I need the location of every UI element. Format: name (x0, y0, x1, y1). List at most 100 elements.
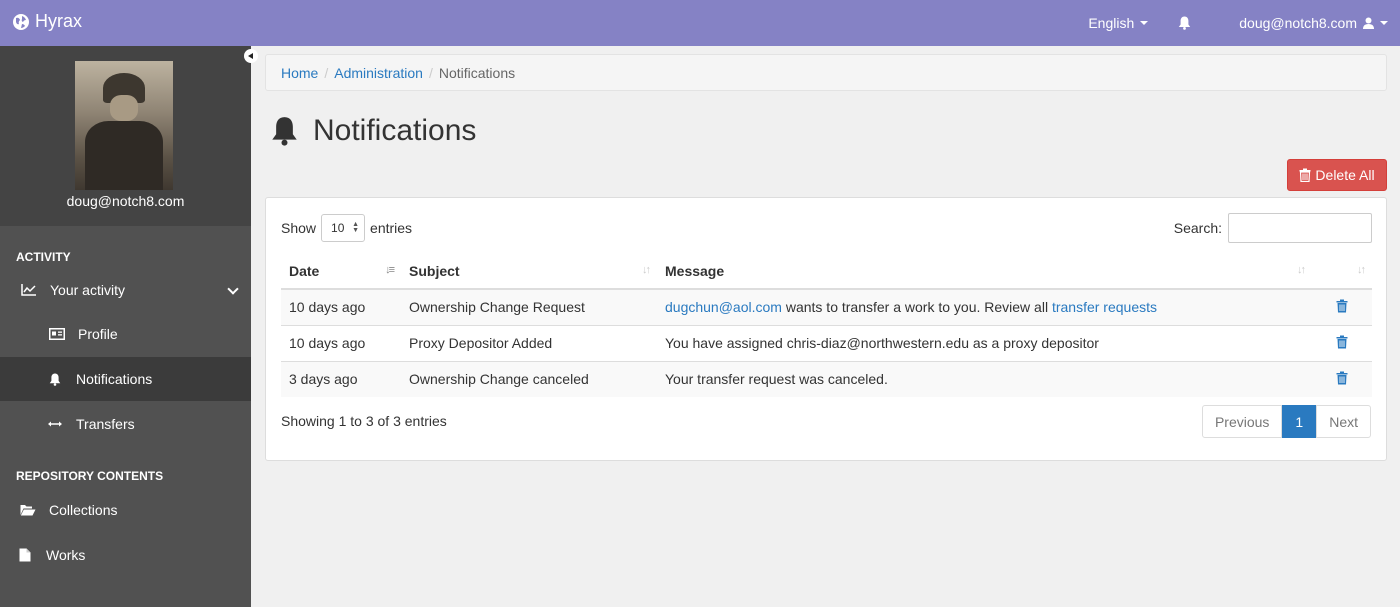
table-header-row: Date ↓≡ Subject ↓↑ Message ↓↑ ↓↑ (281, 253, 1372, 290)
sidebar-section-activity: ACTIVITY (16, 250, 71, 264)
sidebar-item-label: Works (46, 547, 86, 563)
sort-desc-icon: ↓≡ (385, 264, 395, 276)
notifications-bell-button[interactable] (1178, 16, 1191, 30)
breadcrumb-home-link[interactable]: Home (281, 65, 318, 81)
column-header-date[interactable]: Date ↓≡ (281, 253, 401, 290)
cell-date: 3 days ago (281, 360, 401, 397)
cell-subject: Proxy Depositor Added (401, 324, 657, 361)
pagination-previous[interactable]: Previous (1201, 405, 1283, 438)
top-navbar: Hyrax English doug@notch8.com (0, 0, 1400, 46)
file-icon (16, 548, 34, 562)
folder-open-icon (19, 504, 37, 516)
sidebar-item-notifications[interactable]: Notifications (0, 357, 251, 401)
notifications-table: Date ↓≡ Subject ↓↑ Message ↓↑ ↓↑ 10 days… (281, 253, 1372, 397)
breadcrumb-administration-link[interactable]: Administration (334, 65, 423, 81)
sidebar-item-your-activity[interactable]: Your activity (0, 268, 251, 312)
search-control: Search: (1174, 213, 1372, 243)
user-email: doug@notch8.com (1239, 15, 1357, 31)
cell-message: You have assigned chris-diaz@northwester… (657, 324, 1312, 361)
brand-link[interactable]: Hyrax (12, 11, 82, 32)
language-dropdown[interactable]: English (1088, 15, 1149, 31)
cell-message: dugchun@aol.com wants to transfer a work… (657, 288, 1312, 325)
cell-date: 10 days ago (281, 288, 401, 325)
delete-all-button[interactable]: Delete All (1287, 159, 1387, 191)
breadcrumb-separator: / (428, 64, 433, 81)
cell-date: 10 days ago (281, 324, 401, 361)
column-header-label: Subject (409, 262, 460, 279)
globe-icon (13, 13, 29, 30)
table-row: 10 days ago Ownership Change Request dug… (281, 288, 1372, 325)
cell-message: Your transfer request was canceled. (657, 360, 1312, 397)
transfer-requests-link[interactable]: transfer requests (1052, 299, 1157, 315)
pagination-next[interactable]: Next (1316, 405, 1371, 438)
trash-icon[interactable] (1336, 299, 1348, 313)
sidebar-item-label: Profile (78, 326, 118, 342)
pagination: Previous 1 Next (1201, 405, 1371, 438)
caret-down-icon (1380, 21, 1388, 25)
page-title: Notifications (270, 114, 476, 148)
page-title-text: Notifications (313, 114, 477, 147)
trash-icon[interactable] (1336, 371, 1348, 385)
entries-select[interactable]: 10 ▲ ▼ (321, 214, 366, 242)
sidebar-item-works[interactable]: Works (0, 533, 251, 577)
delete-all-label: Delete All (1315, 167, 1375, 183)
bell-icon (46, 373, 64, 386)
column-header-label: Date (289, 262, 320, 279)
sort-both-icon: ↓↑ (642, 264, 651, 276)
select-arrows-icon: ▲ ▼ (352, 221, 360, 234)
sidebar-item-profile[interactable]: Profile (0, 312, 251, 356)
brand-name: Hyrax (35, 11, 83, 31)
sidebar-item-collections[interactable]: Collections (0, 488, 251, 532)
user-menu-dropdown[interactable]: doug@notch8.com (1239, 15, 1388, 31)
entries-control: Show 10 ▲ ▼ entries (281, 214, 412, 242)
column-header-subject[interactable]: Subject ↓↑ (401, 253, 657, 290)
table-row: 3 days ago Ownership Change canceled You… (281, 360, 1372, 397)
notifications-panel: Show 10 ▲ ▼ entries Search: Date ↓≡ Subje… (265, 197, 1387, 461)
sender-email-link[interactable]: dugchun@aol.com (665, 299, 782, 315)
cell-subject: Ownership Change Request (401, 288, 657, 325)
search-label: Search: (1173, 220, 1222, 236)
trash-icon (1299, 168, 1311, 182)
arrows-horizontal-icon (46, 420, 64, 428)
chart-line-icon (20, 284, 38, 296)
entries-label: entries (370, 220, 413, 236)
sidebar-profile: doug@notch8.com (0, 46, 251, 226)
sort-both-icon: ↓↑ (1297, 264, 1306, 276)
trash-icon[interactable] (1336, 335, 1348, 349)
user-icon (1363, 17, 1374, 29)
pagination-page-1[interactable]: 1 (1282, 405, 1317, 438)
sidebar-item-label: Collections (49, 502, 118, 518)
table-row: 10 days ago Proxy Depositor Added You ha… (281, 324, 1372, 361)
chevron-down-icon[interactable] (227, 283, 239, 295)
caret-down-icon (1140, 21, 1149, 25)
language-label: English (1088, 15, 1135, 31)
search-input[interactable] (1228, 213, 1372, 243)
cell-actions (1312, 360, 1372, 397)
sidebar-item-label: Transfers (76, 416, 135, 432)
sort-both-icon: ↓↑ (1357, 264, 1366, 276)
entries-select-value: 10 (331, 221, 345, 235)
table-info: Showing 1 to 3 of 3 entries (281, 413, 447, 429)
sidebar-item-transfers[interactable]: Transfers (0, 402, 251, 446)
cell-actions (1312, 324, 1372, 361)
show-label: Show (281, 220, 317, 236)
breadcrumb: Home / Administration / Notifications (265, 54, 1387, 91)
column-header-label: Message (665, 262, 725, 279)
sidebar-section-repository-contents: REPOSITORY CONTENTS (16, 469, 164, 483)
sidebar-item-label: Your activity (50, 282, 125, 298)
sidebar: doug@notch8.com ACTIVITY Your activity P… (0, 46, 251, 607)
sidebar-collapse-button[interactable] (244, 49, 258, 63)
column-header-actions[interactable]: ↓↑ (1312, 253, 1372, 290)
bell-icon (1179, 16, 1191, 30)
sidebar-user-name: doug@notch8.com (66, 193, 185, 209)
avatar (75, 61, 173, 190)
cell-subject: Ownership Change canceled (401, 360, 657, 397)
bell-icon (272, 117, 297, 146)
sidebar-item-label: Notifications (76, 371, 153, 387)
breadcrumb-current: Notifications (438, 64, 516, 81)
message-text: wants to transfer a work to you. Review … (781, 299, 1052, 316)
breadcrumb-separator: / (324, 64, 329, 81)
column-header-message[interactable]: Message ↓↑ (657, 253, 1312, 290)
id-card-icon (48, 328, 66, 340)
cell-actions (1312, 288, 1372, 325)
